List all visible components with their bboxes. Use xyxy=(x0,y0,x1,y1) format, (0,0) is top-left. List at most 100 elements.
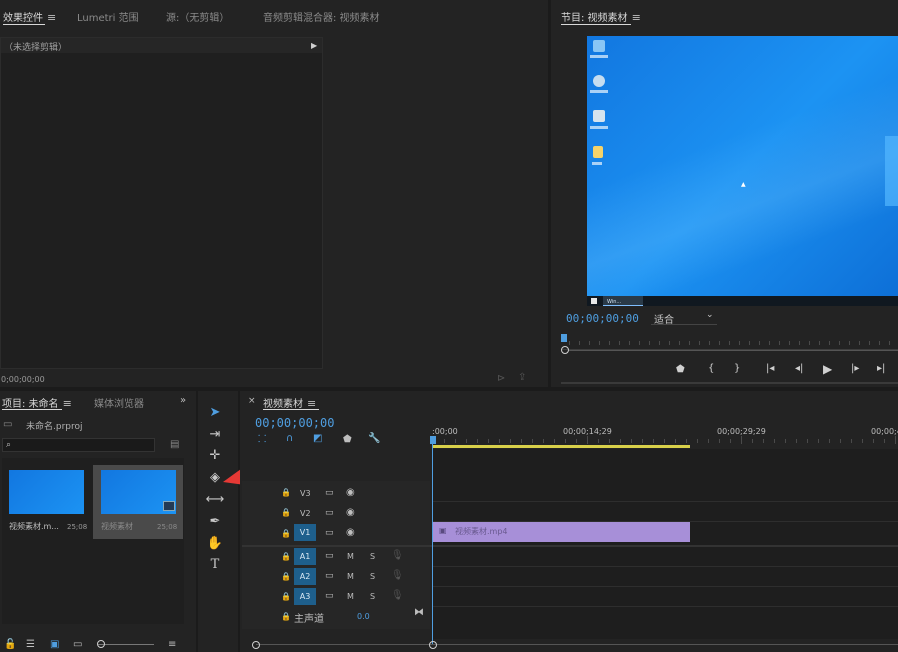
tab-source[interactable]: 源:（无剪辑） xyxy=(166,9,229,24)
hand-tool-icon[interactable]: ✋ xyxy=(205,535,225,553)
track-select-tool-icon[interactable]: ⇥ xyxy=(205,426,225,444)
sync-lock-icon[interactable]: ▭ xyxy=(325,488,334,498)
program-ruler-tick xyxy=(749,341,750,345)
lock-icon[interactable]: 🔒 xyxy=(281,552,291,562)
timeline-timecode[interactable]: 00;00;00;00 xyxy=(255,416,334,430)
step-forward-icon[interactable]: |▸ xyxy=(851,363,859,374)
effect-controls-body xyxy=(0,37,323,369)
mute-button[interactable]: M xyxy=(347,552,354,561)
microphone-icon[interactable]: 🎙 xyxy=(391,551,404,561)
go-to-out-icon[interactable]: ▸| xyxy=(877,363,885,374)
eye-icon[interactable]: ◉ xyxy=(346,488,355,498)
timeline-playhead-head[interactable] xyxy=(430,436,436,444)
add-marker-icon[interactable]: ⬟ xyxy=(676,364,685,375)
project-item-selected[interactable]: 视频素材 25;08 xyxy=(93,465,183,539)
track-target-a3[interactable]: A3 xyxy=(294,588,316,605)
tab-lumetri-scopes[interactable]: Lumetri 范围 xyxy=(77,9,139,24)
play-icon[interactable]: ▶ xyxy=(823,362,832,376)
tab-audio-clip-mixer[interactable]: 音频剪辑混合器: 视频素材 xyxy=(263,9,380,24)
work-area-bar[interactable] xyxy=(433,445,690,448)
microphone-icon[interactable]: 🎙 xyxy=(391,571,404,581)
project-search-input[interactable] xyxy=(2,438,155,452)
scroll-handle-right[interactable] xyxy=(429,641,437,649)
track-target-a1[interactable]: A1 xyxy=(294,548,316,565)
tab-project[interactable]: 项目: 未命名 ≡ xyxy=(2,395,72,410)
tab-media-browser[interactable]: 媒体浏览器 xyxy=(94,395,144,410)
project-item[interactable]: 视频素材.m... 25;08 xyxy=(5,465,89,537)
snap-magnet-icon[interactable]: ∩ xyxy=(286,434,293,444)
eye-icon[interactable]: ◉ xyxy=(346,508,355,518)
wrench-icon[interactable]: 🔧 xyxy=(368,434,380,444)
track-target-a2[interactable]: A2 xyxy=(294,568,316,585)
go-to-out-point-icon[interactable]: ⧓ xyxy=(414,608,424,618)
nest-sequence-icon[interactable]: ⸬ xyxy=(258,435,266,445)
type-tool-icon[interactable]: T xyxy=(205,556,225,574)
sort-icon[interactable]: ≡ xyxy=(168,640,176,650)
freeform-view-icon[interactable]: ▭ xyxy=(73,640,82,650)
ruler-tick xyxy=(741,436,742,444)
mark-out-icon[interactable]: } xyxy=(734,363,740,374)
pen-tool-icon[interactable]: ✒ xyxy=(205,513,225,531)
add-marker-icon[interactable]: ⬟ xyxy=(343,435,352,445)
zoom-slider-handle[interactable] xyxy=(97,640,105,648)
mute-button[interactable]: M xyxy=(347,572,354,581)
program-playhead[interactable] xyxy=(561,334,567,342)
program-timecode[interactable]: 00;00;00;00 xyxy=(566,312,639,325)
panel-menu-icon[interactable]: ≡ xyxy=(47,11,56,24)
panel-menu-icon[interactable]: ≡ xyxy=(63,397,72,410)
eye-icon[interactable]: ◉ xyxy=(346,528,355,538)
sync-lock-icon[interactable]: ▭ xyxy=(325,508,334,518)
mute-button[interactable]: M xyxy=(347,592,354,601)
lock-icon[interactable]: 🔒 xyxy=(281,592,291,602)
ruler-tick xyxy=(763,439,764,443)
tab-sequence[interactable]: 视频素材 ≡ xyxy=(263,395,316,410)
list-view-icon[interactable]: ☰ xyxy=(26,640,35,650)
panel-menu-icon[interactable]: ≡ xyxy=(632,11,641,24)
lock-icon[interactable]: 🔒 xyxy=(281,508,291,518)
timeline-scrollbar[interactable] xyxy=(256,644,898,645)
close-tab-icon[interactable]: × xyxy=(248,396,256,406)
track-target-v1[interactable]: V1 xyxy=(294,524,316,541)
lock-icon[interactable]: 🔒 xyxy=(281,529,291,539)
video-clip[interactable]: ▣ 视频素材.mp4 xyxy=(433,522,690,542)
master-volume-value[interactable]: 0.0 xyxy=(357,612,370,621)
go-to-in-icon[interactable]: |◂ xyxy=(766,363,774,374)
new-bin-icon[interactable]: ▤ xyxy=(170,440,179,450)
program-ruler-tick xyxy=(709,341,710,345)
ruler-tick xyxy=(587,436,588,444)
ruler-tick xyxy=(884,439,885,443)
timeline-playhead-line[interactable] xyxy=(432,440,433,644)
solo-button[interactable]: S xyxy=(370,592,375,601)
program-zoom-handle[interactable] xyxy=(561,346,569,354)
scroll-handle-left[interactable] xyxy=(252,641,260,649)
solo-button[interactable]: S xyxy=(370,572,375,581)
track-divider xyxy=(432,566,898,567)
step-back-icon[interactable]: ◂| xyxy=(795,363,803,374)
program-zoom-bar[interactable] xyxy=(569,350,898,351)
microphone-icon[interactable]: 🎙 xyxy=(391,591,404,601)
lock-icon[interactable]: 🔓 xyxy=(4,640,16,650)
program-monitor-title[interactable]: 节目: 视频素材 ≡ xyxy=(561,9,641,24)
ruler-tick xyxy=(620,439,621,443)
lock-icon[interactable]: 🔒 xyxy=(281,572,291,582)
export-icon[interactable]: ⇪ xyxy=(518,373,526,383)
fit-dropdown[interactable]: 适合 ⌄ xyxy=(651,310,717,326)
selection-tool-icon[interactable]: ➤ xyxy=(205,404,225,422)
tab-effect-controls[interactable]: 效果控件 ≡ xyxy=(3,9,56,24)
lock-icon[interactable]: 🔒 xyxy=(281,612,291,622)
more-panels-icon[interactable]: » xyxy=(180,396,186,406)
mark-in-icon[interactable]: { xyxy=(708,363,714,374)
sync-lock-icon[interactable]: ▭ xyxy=(325,571,334,581)
sync-lock-icon[interactable]: ▭ xyxy=(325,551,334,561)
expand-triangle-icon[interactable]: ▶ xyxy=(311,41,317,51)
linked-selection-icon[interactable]: ◩ xyxy=(313,434,322,444)
lock-icon[interactable]: 🔒 xyxy=(281,488,291,498)
filter-icon[interactable]: ⊳ xyxy=(497,374,505,384)
slip-tool-icon[interactable]: ⟷ xyxy=(205,491,225,509)
sync-lock-icon[interactable]: ▭ xyxy=(325,591,334,601)
zoom-slider[interactable] xyxy=(98,644,154,645)
sync-lock-icon[interactable]: ▭ xyxy=(325,528,334,538)
solo-button[interactable]: S xyxy=(370,552,375,561)
ruler-tick xyxy=(719,439,720,443)
icon-view-icon[interactable]: ▣ xyxy=(50,640,59,650)
